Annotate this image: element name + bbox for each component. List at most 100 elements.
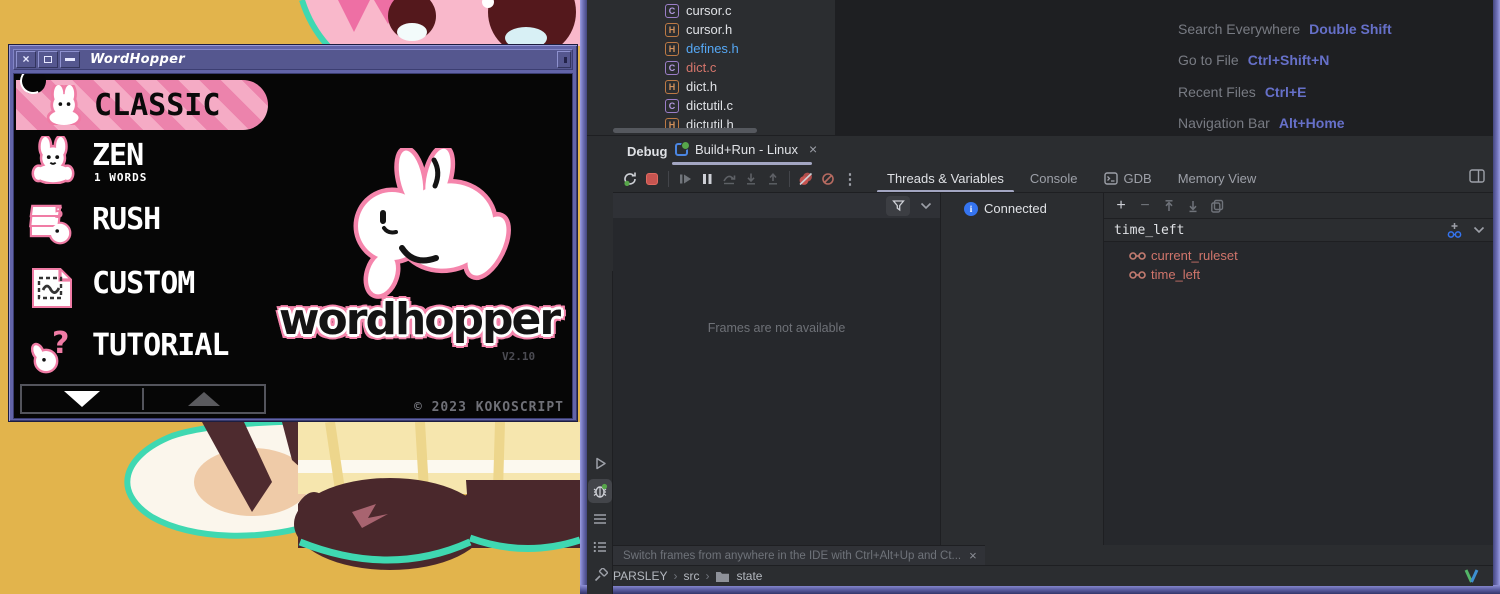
menu-item-custom[interactable]: CUSTOM	[92, 266, 194, 301]
tab-threads-variables[interactable]: Threads & Variables	[887, 171, 1004, 186]
tree-item-dictutil-c[interactable]: Cdictutil.c	[587, 96, 835, 115]
add-watch-button[interactable]: +	[1110, 195, 1132, 217]
window-close-button[interactable]: ×	[16, 51, 36, 68]
tab-close-icon[interactable]: ×	[809, 141, 817, 157]
copyright-label: © 2023 KOKOSCRIPT	[414, 400, 564, 415]
wordhopper-window: × WordHopper CLASSIC	[8, 44, 578, 422]
pause-button[interactable]	[696, 168, 718, 190]
wordhopper-rabbit-logo	[314, 148, 519, 300]
stop-button[interactable]	[641, 168, 663, 190]
debug-toolbar: ⋮ Threads & Variables Console GDB Memory…	[587, 165, 1493, 192]
watch-expression-field[interactable]: time_left	[1104, 218, 1493, 242]
connection-status: i Connected	[964, 201, 1047, 216]
layout-settings-icon[interactable]	[1469, 169, 1485, 183]
move-watch-up-button[interactable]	[1158, 195, 1180, 217]
project-tree-pane: Ccursor.c Hcursor.h Hdefines.h Cdict.c H…	[587, 0, 835, 135]
shortcut-go-to-file: Go to FileCtrl+Shift+N	[1178, 52, 1329, 68]
chevron-down-icon[interactable]	[920, 202, 932, 210]
rush-icon[interactable]: 5	[28, 200, 76, 250]
tray-v-icon[interactable]	[1464, 568, 1479, 584]
scroll-down-button[interactable]	[22, 386, 142, 412]
scroll-up-button[interactable]	[144, 386, 264, 412]
arrow-down-icon	[64, 391, 100, 407]
menu-item-classic-label: CLASSIC	[94, 88, 220, 123]
window-titlebar[interactable]: × WordHopper	[13, 49, 573, 70]
chevron-down-icon[interactable]	[1473, 226, 1485, 234]
version-label: V2.10	[502, 350, 535, 363]
tree-item-defines-h[interactable]: Hdefines.h	[587, 39, 835, 58]
breadcrumb-state[interactable]: state	[736, 569, 762, 583]
view-breakpoints-button[interactable]	[817, 168, 839, 190]
menu-item-rush[interactable]: RUSH	[92, 202, 160, 237]
watches-pane: + − time_left	[1103, 193, 1493, 545]
tab-memory-view[interactable]: Memory View	[1178, 171, 1257, 186]
window-restore-button[interactable]	[38, 51, 58, 68]
menu-item-zen[interactable]: ZEN	[92, 138, 143, 173]
filter-button[interactable]	[886, 196, 910, 216]
watch-entry-current-ruleset[interactable]: current_ruleset	[1104, 246, 1493, 265]
ide-window-border-left	[580, 0, 587, 594]
menu-item-tutorial[interactable]: TUTORIAL	[92, 328, 229, 363]
tree-item-dict-c[interactable]: Cdict.c	[587, 58, 835, 77]
watch-entry-time-left[interactable]: time_left	[1104, 265, 1493, 284]
c-file-icon: C	[665, 99, 679, 113]
shortcut-navigation-bar: Navigation BarAlt+Home	[1178, 115, 1345, 131]
window-minimize-button[interactable]	[60, 51, 80, 68]
move-watch-down-button[interactable]	[1182, 195, 1204, 217]
remove-watch-button[interactable]: −	[1134, 195, 1156, 217]
tab-console[interactable]: Console	[1030, 171, 1078, 186]
tab-gdb[interactable]: GDB	[1104, 171, 1152, 186]
window-menu-button[interactable]	[557, 51, 571, 68]
debug-caption: Debug	[627, 144, 667, 159]
screen: × WordHopper CLASSIC	[0, 0, 1500, 594]
tree-item-dict-h[interactable]: Hdict.h	[587, 77, 835, 96]
info-icon: i	[964, 202, 978, 216]
build-tool-button[interactable]	[588, 563, 612, 587]
todo-tool-button[interactable]	[588, 535, 612, 559]
step-over-button[interactable]	[718, 168, 740, 190]
gdb-terminal-icon	[1104, 172, 1118, 185]
rerun-button[interactable]	[619, 168, 641, 190]
debug-tool-button[interactable]	[588, 479, 612, 503]
arrow-up-icon	[188, 392, 220, 406]
watch-expression-value: time_left	[1114, 223, 1184, 238]
copy-button[interactable]	[1206, 195, 1228, 217]
add-to-watches-icon[interactable]	[1446, 222, 1463, 239]
tree-horizontal-scrollbar[interactable]	[613, 128, 757, 133]
debug-session-tab[interactable]: Build+Run - Linux ×	[675, 141, 817, 157]
status-bar: PARSLEY › src › state	[587, 565, 1493, 586]
toolbar-separator	[789, 171, 790, 187]
more-options-button[interactable]: ⋮	[839, 168, 861, 190]
tool-window-strip	[587, 271, 613, 594]
h-file-icon: H	[665, 42, 679, 56]
menu-item-classic[interactable]: CLASSIC	[16, 80, 268, 130]
funnel-icon	[892, 199, 905, 212]
tree-item-cursor-c[interactable]: Ccursor.c	[587, 1, 835, 20]
stop-icon	[646, 173, 658, 185]
resume-button[interactable]	[674, 168, 696, 190]
breadcrumb-separator: ›	[673, 569, 677, 583]
banner-close-icon[interactable]: ×	[969, 548, 977, 563]
custom-icon[interactable]	[28, 264, 76, 312]
run-tool-button[interactable]	[588, 451, 612, 475]
step-into-button[interactable]	[740, 168, 762, 190]
classic-rabbit-icon	[42, 85, 86, 125]
debug-session-icon	[675, 143, 688, 156]
mute-breakpoints-button[interactable]	[795, 168, 817, 190]
hint-banner: Switch frames from anywhere in the IDE w…	[613, 545, 985, 565]
c-file-icon: C	[665, 4, 679, 18]
frames-header	[613, 193, 940, 218]
tree-item-cursor-h[interactable]: Hcursor.h	[587, 20, 835, 39]
watch-glasses-icon	[1129, 269, 1146, 280]
zen-icon[interactable]	[30, 136, 76, 184]
breadcrumb-project[interactable]: PARSLEY	[613, 569, 667, 583]
step-out-button[interactable]	[762, 168, 784, 190]
ide-window-border-right	[1493, 0, 1500, 594]
svg-text:5: 5	[54, 203, 64, 222]
menu-scroll-arrows	[20, 384, 266, 414]
debug-tool-window: Debug Build+Run - Linux ×	[587, 135, 1493, 585]
structure-tool-button[interactable]	[588, 507, 612, 531]
tutorial-icon[interactable]: ?	[30, 326, 78, 376]
breadcrumb-src[interactable]: src	[683, 569, 699, 583]
breadcrumb-separator: ›	[705, 569, 709, 583]
